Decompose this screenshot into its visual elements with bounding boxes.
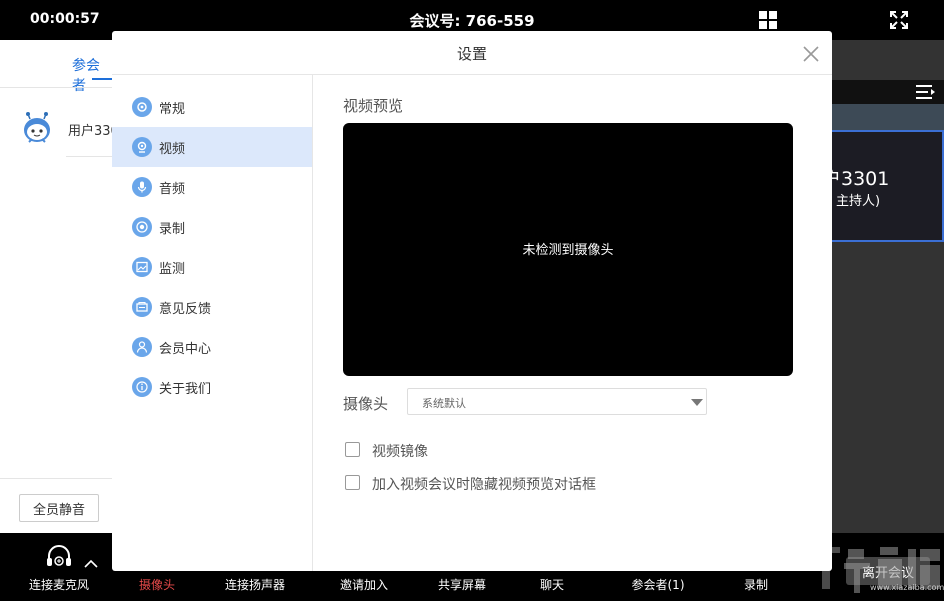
video-strip [832, 104, 944, 130]
invite-button[interactable]: 邀请加入 [340, 576, 388, 593]
member-icon [132, 337, 152, 357]
nav-item-video[interactable]: 视频 [112, 127, 312, 167]
avatar [24, 112, 50, 143]
no-camera-text: 未检测到摄像头 [522, 243, 614, 258]
chat-button[interactable]: 聊天 [540, 576, 564, 593]
camera-select[interactable]: 系统默认 [407, 388, 707, 415]
nav-label: 视频 [159, 142, 186, 157]
connect-mic-button[interactable]: 连接麦克风 [29, 576, 89, 593]
nav-item-audio[interactable]: 音频 [112, 167, 312, 207]
participants-button[interactable]: 参会者(1) [632, 576, 685, 593]
nav-item-feedback[interactable]: 意见反馈 [112, 287, 312, 327]
divider [0, 478, 112, 479]
close-icon[interactable] [802, 45, 820, 63]
tab-underline [92, 78, 112, 80]
fullscreen-icon[interactable] [889, 10, 909, 30]
record-button[interactable]: 录制 [744, 576, 768, 593]
nav-item-general[interactable]: 常规 [112, 87, 312, 127]
participant-panel: 参会者 用户3301 全员静音 [0, 40, 127, 533]
camera-icon [132, 137, 152, 157]
nav-label: 音频 [159, 182, 186, 197]
settings-dialog: 设置 常规 视频 音频 录制 监测 意见反馈 会员中心 关于我们 视频预览 未检… [112, 31, 832, 571]
nav-label: 意见反馈 [159, 302, 212, 317]
tile-name: 户3301 [822, 168, 890, 190]
chevron-up-icon[interactable] [84, 559, 98, 569]
gear-icon [132, 97, 152, 117]
share-screen-button[interactable]: 共享屏幕 [438, 576, 486, 593]
video-area: 户3301 主持人) [822, 40, 944, 533]
watermark-url: www.xiazaiba.com [870, 583, 944, 592]
headset-icon[interactable] [45, 543, 73, 571]
feedback-icon [132, 297, 152, 317]
divider [312, 75, 313, 571]
nav-label: 会员中心 [159, 342, 212, 357]
list-icon[interactable] [916, 84, 936, 100]
mute-all-button[interactable]: 全员静音 [19, 494, 99, 522]
divider [0, 87, 112, 88]
hide-preview-label: 加入视频会议时隐藏视频预览对话框 [372, 477, 596, 493]
camera-label: 摄像头 [343, 395, 389, 413]
camera-select-value: 系统默认 [422, 397, 466, 410]
mirror-video-label: 视频镜像 [372, 444, 428, 460]
preview-label: 视频预览 [343, 97, 404, 115]
dialog-title: 设置 [456, 45, 487, 63]
tab-participants[interactable]: 参会者 [72, 55, 112, 95]
nav-item-member[interactable]: 会员中心 [112, 327, 312, 367]
hide-preview-checkbox[interactable] [345, 475, 360, 490]
nav-label: 录制 [159, 222, 186, 237]
nav-item-about[interactable]: 关于我们 [112, 367, 312, 407]
mirror-video-checkbox[interactable] [345, 442, 360, 457]
camera-button[interactable]: 摄像头 [139, 576, 175, 593]
nav-label: 关于我们 [159, 382, 212, 397]
connect-speaker-button[interactable]: 连接扬声器 [225, 576, 285, 593]
tile-role: 主持人) [836, 194, 881, 209]
divider [66, 156, 112, 157]
divider [112, 74, 832, 75]
info-icon [132, 377, 152, 397]
nav-label: 常规 [159, 102, 186, 117]
grid-icon[interactable] [759, 11, 778, 30]
meeting-id: 会议号: 766-559 [409, 12, 535, 30]
video-preview: 未检测到摄像头 [343, 123, 793, 376]
microphone-icon [132, 177, 152, 197]
record-icon [132, 217, 152, 237]
monitor-icon [132, 257, 152, 277]
nav-label: 监测 [159, 262, 186, 277]
nav-item-record[interactable]: 录制 [112, 207, 312, 247]
chevron-down-icon [691, 399, 703, 406]
nav-item-monitor[interactable]: 监测 [112, 247, 312, 287]
